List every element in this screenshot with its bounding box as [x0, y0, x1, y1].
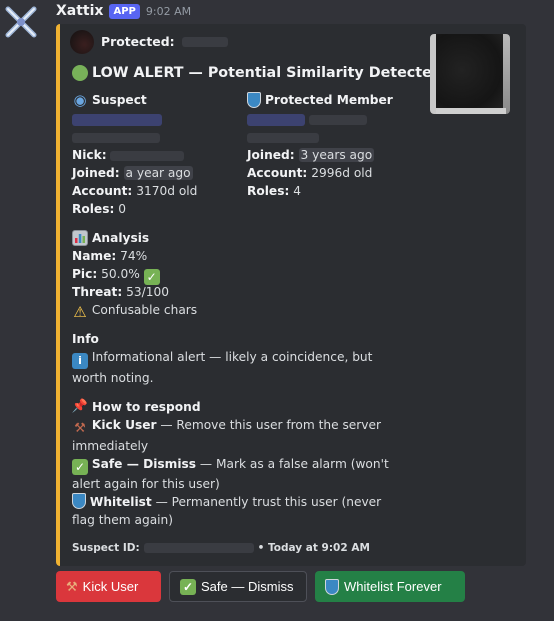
joined-label: Joined:: [247, 148, 295, 162]
safe-button-label: Safe — Dismiss: [201, 579, 294, 594]
analysis-pic-row: Pic: 50.0% ✓: [72, 265, 514, 285]
protected-heading-text: Protected Member: [265, 93, 393, 107]
shield-icon: [72, 493, 86, 509]
suspect-joined-row: Joined: a year ago: [72, 164, 247, 182]
whitelist-label: Whitelist: [89, 495, 152, 509]
message-timestamp[interactable]: 9:02 AM: [146, 5, 191, 18]
protected-heading: Protected Member: [247, 90, 422, 110]
account-label: Account:: [72, 184, 133, 198]
app-badge: APP: [109, 3, 140, 19]
respond-heading-text: How to respond: [92, 399, 201, 414]
kick-label: Kick User: [91, 418, 157, 432]
crossed-swords-icon: [5, 6, 37, 38]
name-score: 74%: [120, 249, 148, 263]
respond-heading: 📌 How to respond: [72, 397, 514, 416]
suspect-roles-value: 0: [118, 202, 126, 216]
threat-label: Threat:: [72, 285, 123, 299]
roles-label: Roles:: [72, 202, 115, 216]
protected-joined-row: Joined: 3 years ago: [247, 146, 422, 164]
analysis-name-row: Name: 74%: [72, 247, 514, 265]
pushpin-icon: 📌: [71, 398, 89, 414]
analysis-heading-text: Analysis: [92, 230, 150, 245]
kick-user-button[interactable]: ⚒ Kick User: [56, 571, 161, 602]
suspect-nick-row: Nick:: [72, 146, 247, 164]
suspect-roles-row: Roles: 0: [72, 200, 247, 218]
author-avatar: [70, 30, 94, 54]
embed-footer: Suspect ID: • Today at 9:02 AM: [72, 539, 514, 557]
protected-field: Protected Member Joined: 3 years ago Acc…: [247, 90, 422, 218]
confusable-text: Confusable chars: [91, 303, 198, 317]
info-heading: Info: [72, 331, 99, 346]
bot-username[interactable]: Xattix: [56, 3, 103, 19]
green-circle-icon: [72, 65, 88, 81]
pic-label: Pic:: [72, 267, 98, 281]
respond-kick-item: ⚒ Kick User — Remove this user from the …: [72, 416, 402, 455]
protected-roles-value: 4: [293, 184, 301, 198]
analysis-confusable-row: ⚠ Confusable chars: [72, 301, 514, 321]
embed-author-name: Protected:: [101, 34, 175, 49]
whitelist-forever-button[interactable]: Whitelist Forever: [315, 571, 465, 602]
message-header: Xattix APP 9:02 AM: [56, 2, 191, 20]
embed-title-text: LOW ALERT — Potential Similarity Detecte…: [92, 65, 443, 81]
nick-redacted: [110, 150, 185, 161]
bust-in-silhouette-icon: ◉: [73, 91, 87, 109]
suspect-field: ◉ Suspect Nick: Joined: a year ago Accou…: [72, 90, 247, 218]
kick-button-label: Kick User: [82, 579, 139, 594]
account-label: Account:: [247, 166, 308, 180]
pic-score: 50.0%: [101, 267, 140, 281]
suspect-joined-value[interactable]: a year ago: [123, 166, 193, 180]
shield-icon: [247, 92, 261, 108]
protected-account-row: Account: 2996d old: [247, 164, 422, 182]
footer-timestamp: • Today at 9:02 AM: [257, 542, 370, 554]
suspect-heading-text: Suspect: [92, 93, 147, 107]
action-row: ⚒ Kick User ✓ Safe — Dismiss Whitelist F…: [56, 571, 465, 602]
whitelist-button-label: Whitelist Forever: [344, 579, 442, 594]
protected-nick-redacted: [247, 128, 422, 146]
analysis-section: Analysis Name: 74% Pic: 50.0% ✓ Threat: …: [72, 228, 514, 321]
alert-embed: Protected: LOW ALERT — Potential Similar…: [56, 24, 526, 566]
suspect-id-label: Suspect ID:: [72, 542, 140, 554]
hammer-icon: ⚒: [74, 421, 86, 436]
protected-mention[interactable]: [247, 110, 422, 128]
suspect-mention[interactable]: [72, 110, 247, 128]
protected-roles-row: Roles: 4: [247, 182, 422, 200]
warning-icon: ⚠: [73, 303, 87, 321]
joined-label: Joined:: [72, 166, 120, 180]
protected-account-value: 2996d old: [311, 166, 373, 180]
info-text: Informational alert — likely a coinciden…: [72, 350, 373, 385]
suspect-id-redacted: [143, 543, 254, 553]
embed-thumbnail[interactable]: [430, 34, 510, 114]
bar-chart-icon: [72, 229, 88, 246]
suspect-username-redacted: [72, 128, 247, 146]
analysis-threat-row: Threat: 53/100: [72, 283, 514, 301]
nick-label: Nick:: [72, 148, 107, 162]
suspect-account-row: Account: 3170d old: [72, 182, 247, 200]
check-mark-icon: ✓: [72, 459, 88, 475]
information-icon: i: [72, 353, 88, 369]
name-label: Name:: [72, 249, 117, 263]
respond-whitelist-item: Whitelist — Permanently trust this user …: [72, 493, 402, 529]
hammer-icon: ⚒: [66, 578, 78, 594]
check-mark-icon: ✓: [180, 578, 196, 595]
suspect-account-value: 3170d old: [136, 184, 198, 198]
protected-joined-value[interactable]: 3 years ago: [298, 148, 375, 162]
analysis-heading: Analysis: [72, 228, 514, 247]
shield-icon: [325, 578, 339, 595]
respond-section: 📌 How to respond ⚒ Kick User — Remove th…: [72, 397, 514, 529]
roles-label: Roles:: [247, 184, 290, 198]
threat-score: 53/100: [126, 285, 169, 299]
info-section: Info i Informational alert — likely a co…: [72, 329, 514, 387]
info-text-block: i Informational alert — likely a coincid…: [72, 348, 402, 387]
safe-dismiss-button[interactable]: ✓ Safe — Dismiss: [169, 571, 307, 602]
respond-safe-item: ✓ Safe — Dismiss — Mark as a false alarm…: [72, 455, 402, 493]
suspect-heading: ◉ Suspect: [72, 90, 247, 110]
bot-avatar[interactable]: [2, 3, 40, 41]
safe-label: Safe — Dismiss: [91, 457, 197, 471]
redacted-name: [181, 37, 228, 47]
